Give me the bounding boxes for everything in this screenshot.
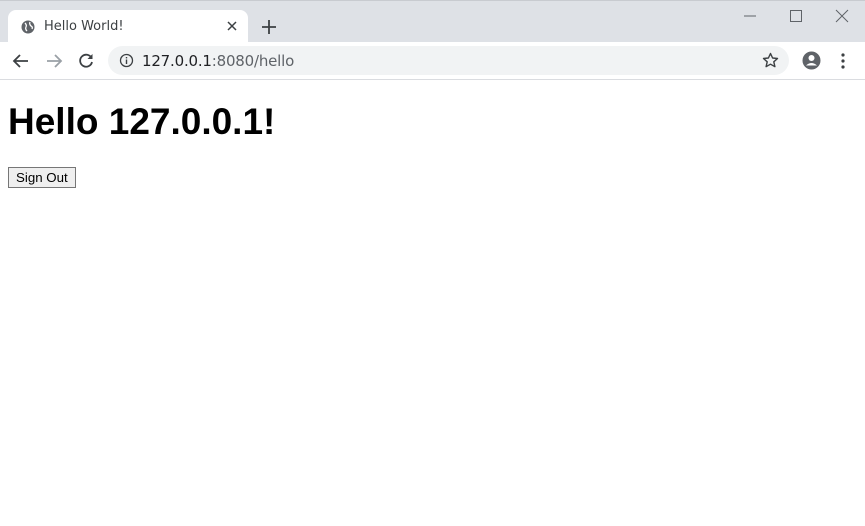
window-close-icon[interactable] [835,9,849,23]
sign-out-button[interactable]: Sign Out [8,167,76,188]
info-icon[interactable] [119,53,134,68]
maximize-icon[interactable] [789,9,803,23]
tab-close-icon[interactable] [226,20,238,32]
forward-icon[interactable] [45,52,63,70]
tab-title: Hello World! [44,19,124,34]
browser-tab[interactable]: Hello World! [8,10,248,43]
star-icon[interactable] [762,52,779,69]
tab-strip: Hello World! [0,0,865,43]
url-text[interactable]: 127.0.0.1:8080/hello [142,52,294,70]
account-icon[interactable] [802,51,821,70]
globe-icon [21,20,35,34]
back-icon[interactable] [12,52,30,70]
menu-icon[interactable] [835,52,851,70]
browser-toolbar: 127.0.0.1:8080/hello [0,42,865,80]
page-title: Hello 127.0.0.1! [8,101,276,142]
url-host: 127.0.0.1 [142,52,212,70]
url-path: :8080/hello [211,52,295,70]
reload-icon[interactable] [77,52,95,70]
address-bar[interactable]: 127.0.0.1:8080/hello [108,46,789,75]
minimize-icon[interactable] [743,9,757,23]
page-content: Hello 127.0.0.1! Sign Out [0,80,865,526]
new-tab-icon[interactable] [262,20,276,34]
